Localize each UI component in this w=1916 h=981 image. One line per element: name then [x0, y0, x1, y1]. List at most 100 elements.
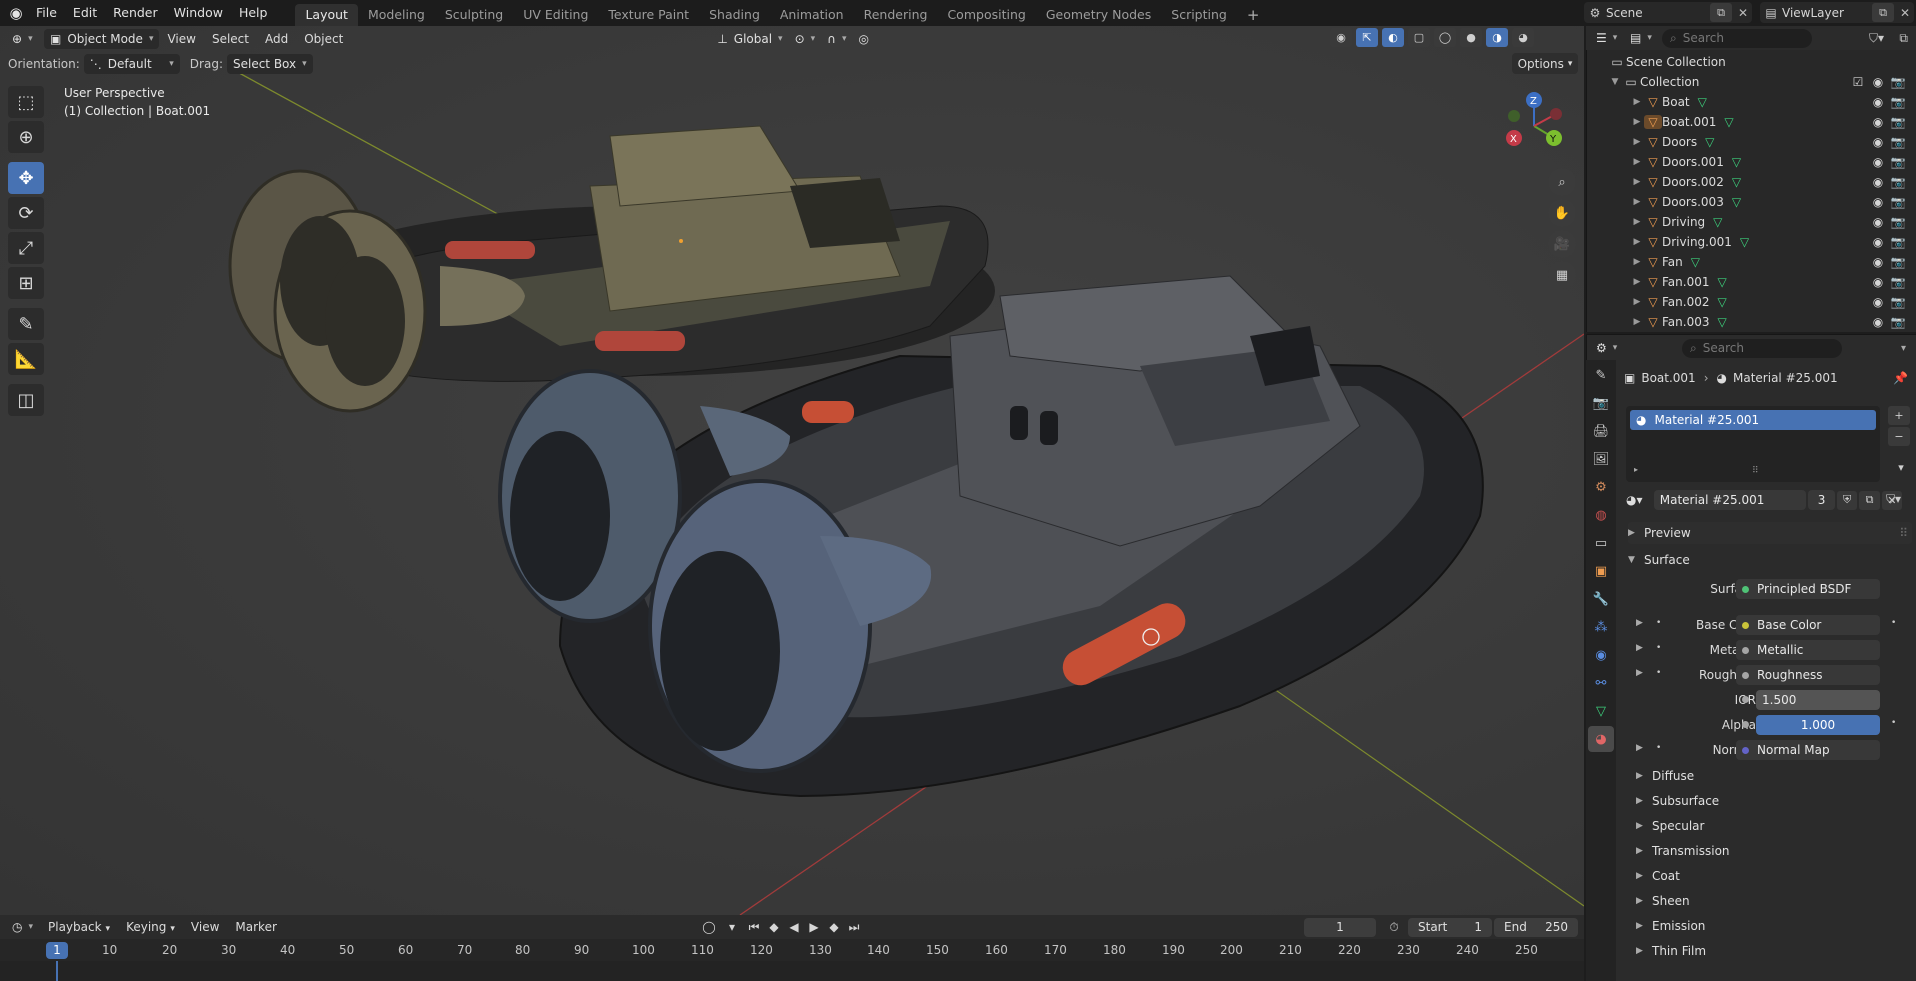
- display-mode-icon[interactable]: ▤ ▾: [1624, 28, 1658, 48]
- outliner-item[interactable]: ▶ ▽ Boat.001 ▽ ◉ 📷: [1586, 112, 1916, 132]
- navigation-gizmo[interactable]: Z Y X: [1496, 88, 1572, 164]
- scene-tab-icon[interactable]: ⚙: [1588, 474, 1614, 500]
- camera-icon[interactable]: 📷: [1888, 195, 1908, 209]
- outliner-item[interactable]: ▶ ▽ Doors.001 ▽ ◉ 📷: [1586, 152, 1916, 172]
- outliner-item[interactable]: ▶ ▽ Doors ▽ ◉ 📷: [1586, 132, 1916, 152]
- outliner-editor-type-icon[interactable]: ☰ ▾: [1590, 28, 1624, 48]
- snapping-dropdown[interactable]: ∩ ▾: [821, 29, 852, 49]
- subpanel-subsurface[interactable]: ▶ Subsurface: [1636, 790, 1916, 812]
- outliner-item[interactable]: ▶ ▽ Driving ▽ ◉ 📷: [1586, 212, 1916, 232]
- camera-view-icon[interactable]: 🎥: [1548, 230, 1576, 258]
- mesh-data-icon[interactable]: ▽: [1717, 295, 1726, 309]
- constraints-tab-icon[interactable]: ⚯: [1588, 670, 1614, 696]
- move-tool-icon[interactable]: ✥: [8, 162, 44, 194]
- material-slot-item[interactable]: ◕ Material #25.001: [1630, 410, 1876, 430]
- subpanel-sheen[interactable]: ▶ Sheen: [1636, 890, 1916, 912]
- mesh-data-icon[interactable]: ▽: [1732, 175, 1741, 189]
- drag-dropdown[interactable]: Select Box ▾: [226, 53, 313, 74]
- collapsed-chevron-icon[interactable]: ▶: [1630, 237, 1644, 247]
- menu-edit[interactable]: Edit: [65, 2, 105, 24]
- camera-icon[interactable]: 📷: [1888, 215, 1908, 229]
- mesh-data-icon[interactable]: ▽: [1724, 115, 1733, 129]
- tab-scripting[interactable]: Scripting: [1161, 4, 1237, 26]
- timeline-menu-keying[interactable]: Keying ▾: [118, 920, 183, 934]
- shader-input-value[interactable]: 1.000: [1756, 715, 1880, 735]
- eye-icon[interactable]: ◉: [1868, 295, 1888, 309]
- tab-shading[interactable]: Shading: [699, 4, 770, 26]
- menu-window[interactable]: Window: [166, 2, 231, 24]
- tab-sculpting[interactable]: Sculpting: [435, 4, 513, 26]
- eye-icon[interactable]: ◉: [1868, 135, 1888, 149]
- timeline-menu-marker[interactable]: Marker: [227, 920, 284, 934]
- overlay-toggle-icon[interactable]: ◐: [1382, 28, 1404, 47]
- timeline-ruler[interactable]: 1 10 20 30 40 50 60 70 80 90 100 110 120 130 140 150 160…: [0, 939, 1584, 961]
- end-frame-field[interactable]: End 250: [1494, 917, 1578, 937]
- transform-tool-icon[interactable]: ⊞: [8, 267, 44, 299]
- mesh-data-icon[interactable]: ▽: [1717, 275, 1726, 289]
- menu-view[interactable]: View: [159, 32, 203, 46]
- tab-modeling[interactable]: Modeling: [358, 4, 435, 26]
- collapsed-chevron-icon[interactable]: ▶: [1630, 177, 1644, 187]
- collapsed-chevron-icon[interactable]: ▶: [1630, 317, 1644, 327]
- collapsed-chevron-icon[interactable]: ▶: [1630, 197, 1644, 207]
- material-tab-icon[interactable]: ◕: [1588, 726, 1614, 752]
- mesh-data-icon[interactable]: ▽: [1713, 215, 1722, 229]
- checkbox-icon[interactable]: ☑: [1848, 75, 1868, 89]
- particles-tab-icon[interactable]: ⁂: [1588, 614, 1614, 640]
- view-layer-name[interactable]: ViewLayer: [1782, 6, 1870, 20]
- fake-user-shield-icon[interactable]: ⛨: [1837, 490, 1858, 510]
- tab-texture-paint[interactable]: Texture Paint: [598, 4, 699, 26]
- subpanel-coat[interactable]: ▶ Coat: [1636, 865, 1916, 887]
- eye-icon[interactable]: ◉: [1868, 275, 1888, 289]
- add-slot-icon[interactable]: +: [1888, 406, 1910, 425]
- physics-tab-icon[interactable]: ◉: [1588, 642, 1614, 668]
- select-box-tool-icon[interactable]: ⬚: [8, 86, 44, 118]
- subpanel-transmission[interactable]: ▶ Transmission: [1636, 840, 1916, 862]
- camera-icon[interactable]: 📷: [1888, 275, 1908, 289]
- expand-list-icon[interactable]: ▸: [1634, 465, 1638, 474]
- mesh-data-icon[interactable]: ▽: [1732, 195, 1741, 209]
- collapsed-chevron-icon[interactable]: ▶: [1630, 137, 1644, 147]
- perspective-grid-icon[interactable]: ▦: [1548, 261, 1576, 289]
- timeline-menu-view[interactable]: View: [183, 920, 227, 934]
- outliner-item[interactable]: ▶ ▽ Driving.001 ▽ ◉ 📷: [1586, 232, 1916, 252]
- duplicate-material-icon[interactable]: ⧉: [1859, 490, 1880, 510]
- subpanel-diffuse[interactable]: ▶ Diffuse: [1636, 765, 1916, 787]
- collapsed-chevron-icon[interactable]: ▶: [1630, 157, 1644, 167]
- stopwatch-icon[interactable]: ⏱: [1384, 920, 1404, 935]
- menu-render[interactable]: Render: [105, 2, 166, 24]
- material-users-count[interactable]: 3: [1808, 490, 1835, 510]
- mesh-data-icon[interactable]: ▽: [1691, 255, 1700, 269]
- tab-compositing[interactable]: Compositing: [937, 4, 1035, 26]
- new-view-layer-icon[interactable]: ⧉: [1872, 3, 1894, 22]
- outliner-item[interactable]: ▶ ▽ Doors.003 ▽ ◉ 📷: [1586, 192, 1916, 212]
- pan-hand-icon[interactable]: ✋: [1548, 199, 1576, 227]
- eye-icon[interactable]: ◉: [1868, 315, 1888, 329]
- collapsed-chevron-icon[interactable]: ▶: [1630, 217, 1644, 227]
- slot-specials-chevron-icon[interactable]: ▾: [1890, 458, 1912, 477]
- scene-name[interactable]: Scene: [1606, 6, 1708, 20]
- prev-keyframe-icon[interactable]: ◆: [764, 920, 784, 934]
- xray-toggle-icon[interactable]: ▢: [1408, 28, 1430, 47]
- pivot-point-dropdown[interactable]: ⊙ ▾: [789, 29, 822, 49]
- play-icon[interactable]: ▶: [804, 920, 824, 934]
- collapsed-chevron-icon[interactable]: ▶: [1630, 117, 1644, 127]
- properties-search-input[interactable]: ⌕ Search: [1682, 338, 1842, 358]
- menu-select[interactable]: Select: [204, 32, 257, 46]
- camera-icon[interactable]: 📷: [1888, 255, 1908, 269]
- mesh-data-icon[interactable]: ▽: [1705, 135, 1714, 149]
- rendered-shading-icon[interactable]: ◕: [1512, 28, 1534, 47]
- add-workspace-button[interactable]: +: [1237, 4, 1270, 26]
- mode-dropdown[interactable]: ▣ Object Mode ▾: [44, 28, 160, 49]
- outliner-item[interactable]: ▶ ▽ Boat ▽ ◉ 📷: [1586, 92, 1916, 112]
- expanded-chevron-icon[interactable]: ▼: [1608, 77, 1622, 87]
- camera-icon[interactable]: 📷: [1888, 235, 1908, 249]
- shader-input-value[interactable]: Base Color: [1736, 615, 1880, 635]
- tool-tab-icon[interactable]: ✎: [1588, 362, 1614, 388]
- timeline-editor-type-icon[interactable]: ◷ ▾: [6, 917, 40, 937]
- delete-scene-icon[interactable]: ✕: [1734, 6, 1752, 20]
- jump-start-icon[interactable]: ⏮: [744, 920, 764, 935]
- orientation-dropdown[interactable]: ⋱ Default ▾: [83, 53, 180, 74]
- surface-shader-field[interactable]: Principled BSDF: [1736, 579, 1880, 599]
- keyframe-dot-icon[interactable]: •: [1891, 718, 1896, 728]
